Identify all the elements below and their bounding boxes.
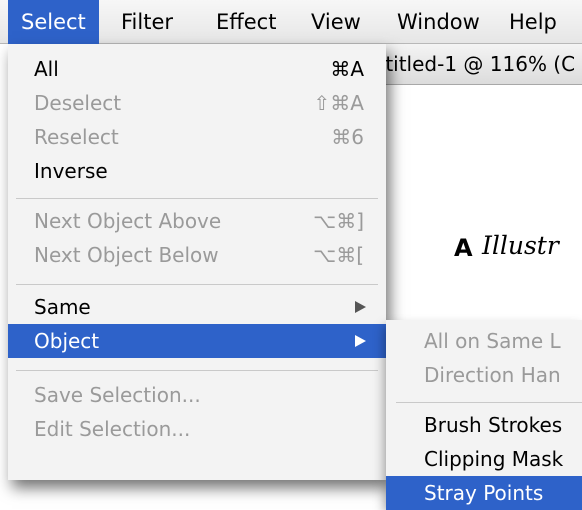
menu-item-object[interactable]: Object <box>8 324 386 358</box>
submenu-arrow-icon <box>355 301 366 313</box>
menu-item-label: Save Selection... <box>34 383 201 407</box>
menu-item-label: All <box>34 57 59 81</box>
submenu-item-brush-strokes[interactable]: Brush Strokes <box>386 408 582 442</box>
submenu-item-label: All on Same L <box>424 329 561 353</box>
menu-bar: Select Filter Effect View Window Help <box>0 0 582 44</box>
menu-item-deselect: Deselect ⇧⌘A <box>8 86 386 120</box>
menu-item-reselect: Reselect ⌘6 <box>8 120 386 154</box>
menu-item-inverse[interactable]: Inverse <box>8 154 386 188</box>
menu-item-save-selection: Save Selection... <box>8 378 386 412</box>
submenu-item-label: Stray Points <box>424 481 544 505</box>
menu-item-label: Next Object Below <box>34 243 219 267</box>
menu-item-label: Edit Selection... <box>34 417 191 441</box>
submenu-arrow-icon <box>355 335 366 347</box>
menu-item-all[interactable]: All ⌘A <box>8 52 386 86</box>
shortcut-label: ⌘6 <box>331 125 364 149</box>
menu-item-label: Object <box>34 329 100 353</box>
menu-item-label: Deselect <box>34 91 122 115</box>
menu-filter[interactable]: Filter <box>121 0 173 44</box>
menu-separator <box>16 198 378 199</box>
caption-letter: A <box>454 234 473 262</box>
menu-separator <box>16 370 378 371</box>
menu-item-edit-selection: Edit Selection... <box>8 412 386 446</box>
submenu-item-all-on-same-layer: All on Same L <box>386 324 582 358</box>
object-submenu: All on Same L Direction Han Brush Stroke… <box>386 320 582 510</box>
submenu-item-label: Clipping Mask <box>424 447 564 471</box>
caption-text: Illustr <box>482 231 559 260</box>
submenu-item-stray-points[interactable]: Stray Points <box>386 476 582 510</box>
menu-effect[interactable]: Effect <box>216 0 276 44</box>
menu-view[interactable]: View <box>311 0 361 44</box>
menu-item-same[interactable]: Same <box>8 290 386 324</box>
menu-select[interactable]: Select <box>8 0 99 44</box>
submenu-item-label: Brush Strokes <box>424 413 563 437</box>
menu-item-label: Reselect <box>34 125 119 149</box>
shortcut-label: ⌥⌘] <box>313 209 364 233</box>
menu-item-label: Same <box>34 295 91 319</box>
submenu-separator <box>396 402 582 403</box>
submenu-item-label: Direction Han <box>424 363 561 387</box>
select-menu: All ⌘A Deselect ⇧⌘A Reselect ⌘6 Inverse … <box>8 44 386 480</box>
menu-separator <box>16 284 378 285</box>
menu-window[interactable]: Window <box>397 0 480 44</box>
submenu-item-clipping-masks[interactable]: Clipping Mask <box>386 442 582 476</box>
menu-help[interactable]: Help <box>509 0 557 44</box>
menu-item-label: Next Object Above <box>34 209 222 233</box>
menu-item-next-object-below: Next Object Below ⌥⌘[ <box>8 238 386 272</box>
document-title: Untitled-1 @ 116% (C <box>358 52 576 76</box>
menu-item-label: Inverse <box>34 159 108 183</box>
shortcut-label: ⌘A <box>330 57 364 81</box>
shortcut-label: ⇧⌘A <box>313 91 364 115</box>
menu-item-next-object-above: Next Object Above ⌥⌘] <box>8 204 386 238</box>
submenu-item-direction-handles: Direction Han <box>386 358 582 392</box>
shortcut-label: ⌥⌘[ <box>313 243 364 267</box>
